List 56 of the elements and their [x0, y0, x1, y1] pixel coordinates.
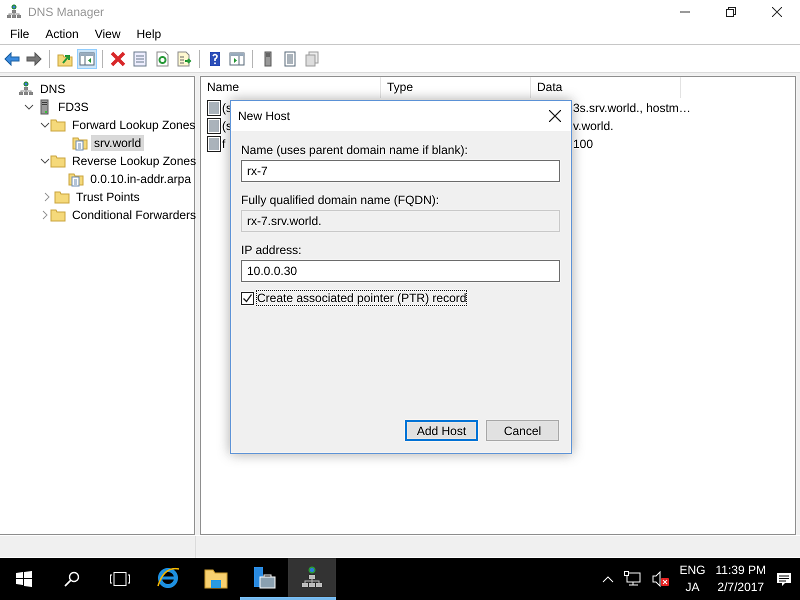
record-name: f	[222, 137, 226, 151]
input-field[interactable]: 10.0.0.30	[241, 260, 560, 282]
menu-item[interactable]: File	[2, 27, 38, 41]
keyboard-layout[interactable]: JA	[686, 579, 700, 596]
tree-item[interactable]: 0.0.10.in-addr.arpa	[87, 171, 194, 187]
input-field[interactable]: rx-7	[241, 160, 560, 182]
column-header[interactable]: Name	[201, 77, 381, 98]
column-header[interactable]: Type	[381, 77, 531, 98]
folder-icon	[50, 117, 66, 133]
field-label: Fully qualified domain name (FQDN):	[241, 193, 440, 209]
server-toolbox-icon[interactable]	[252, 566, 276, 590]
dialog-title: New Host	[238, 109, 290, 123]
field-label: IP address:	[241, 243, 302, 259]
menu-item[interactable]: Help	[128, 27, 170, 41]
folder-icon	[50, 207, 66, 223]
folder-icon	[50, 153, 66, 169]
menu-item[interactable]: View	[86, 27, 128, 41]
record-data: v.world.	[573, 119, 614, 133]
checkbox[interactable]	[241, 292, 254, 304]
console-pane-icon[interactable]	[77, 48, 97, 68]
tree-item[interactable]: FD3S	[55, 99, 92, 115]
search-icon[interactable]	[64, 571, 80, 587]
dns-server-icon[interactable]	[300, 566, 324, 590]
dialog-button[interactable]: Add Host	[405, 420, 478, 441]
notification-icon[interactable]	[776, 571, 792, 587]
tree-item[interactable]: DNS	[37, 81, 68, 97]
menu-item[interactable]: Action	[37, 27, 87, 41]
chevron-up-icon[interactable]	[602, 575, 614, 583]
record-icon	[207, 118, 221, 134]
record-data: 100	[573, 137, 594, 151]
window-title: DNS Manager	[28, 5, 106, 19]
clock-date[interactable]: 2/7/2017	[717, 579, 764, 596]
browser-e-icon[interactable]	[156, 566, 180, 590]
clock-time[interactable]: 11:39 PM	[716, 562, 766, 579]
tree-item[interactable]: Trust Points	[73, 189, 143, 205]
language-indicator[interactable]: ENG	[680, 562, 706, 579]
start-icon[interactable]	[16, 571, 32, 587]
tree-item[interactable]: srv.world	[91, 135, 144, 151]
close-icon[interactable]	[549, 110, 561, 122]
zone-folder-icon	[68, 171, 84, 187]
task-view-icon[interactable]	[110, 571, 130, 587]
record-icon	[207, 136, 221, 152]
app-icon	[6, 4, 22, 20]
tree-item[interactable]: Forward Lookup Zones	[69, 117, 198, 133]
tree-item[interactable]: Reverse Lookup Zones	[69, 153, 200, 169]
column-header[interactable]: Data	[531, 77, 681, 98]
record-data: 3s.srv.world., hostm…	[573, 101, 691, 115]
dialog-button[interactable]: Cancel	[486, 420, 559, 441]
folder-icon	[54, 189, 70, 205]
network-icon[interactable]	[624, 571, 642, 587]
tree-item[interactable]: Conditional Forwarders	[69, 207, 200, 223]
speaker-muted-icon[interactable]	[652, 571, 670, 587]
zone-folder-icon	[72, 135, 88, 151]
field-label: Name (uses parent domain name if blank):	[241, 143, 469, 159]
checkbox-label[interactable]: Create associated pointer (PTR) record	[256, 290, 468, 306]
dns-server-icon	[18, 81, 34, 97]
